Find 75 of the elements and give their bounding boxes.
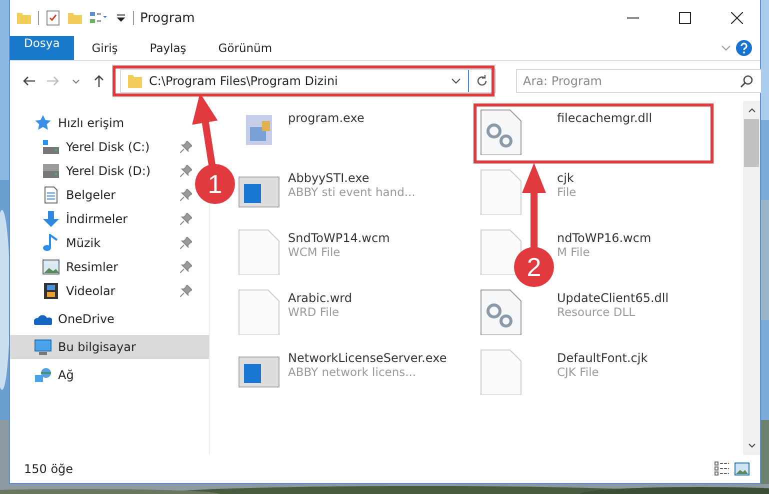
scrollbar[interactable] bbox=[743, 101, 760, 455]
search-field[interactable]: Ara: Program bbox=[516, 69, 762, 93]
sidebar-item[interactable]: Bu bilgisayar bbox=[10, 335, 209, 359]
up-icon[interactable] bbox=[92, 74, 106, 88]
file-name[interactable]: DefaultFont.cjk bbox=[557, 351, 648, 365]
folder-icon bbox=[127, 73, 143, 89]
pin-icon[interactable] bbox=[180, 213, 192, 225]
network-icon bbox=[34, 366, 52, 384]
file-type: CJK File bbox=[557, 365, 599, 379]
sidebar-item[interactable]: Yerel Disk (D:) bbox=[10, 159, 192, 183]
file-name[interactable]: NetworkLicenseServer.exe bbox=[288, 351, 447, 365]
ribbon-tab[interactable]: Görünüm bbox=[204, 36, 286, 60]
file-name[interactable]: program.exe bbox=[288, 111, 364, 125]
file-type: ABBY sti event hand... bbox=[288, 185, 416, 199]
sidebar-item[interactable]: Ağ bbox=[10, 363, 192, 387]
refresh-icon[interactable] bbox=[475, 74, 489, 88]
file-name[interactable]: cjk bbox=[557, 171, 574, 185]
step-badge: 1 bbox=[195, 164, 235, 204]
drive-icon bbox=[42, 138, 60, 156]
file-name[interactable]: ndToWP16.wcm bbox=[557, 231, 652, 245]
file-type: Resource DLL bbox=[557, 305, 636, 319]
ribbon-tab[interactable]: Giriş bbox=[78, 36, 132, 60]
address-path: C:\Program Files\Program Dizini bbox=[149, 74, 339, 88]
pin-icon[interactable] bbox=[180, 237, 192, 249]
address-bar[interactable]: C:\Program Files\Program Dizini bbox=[120, 69, 496, 93]
sidebar-item[interactable]: Müzik bbox=[10, 231, 192, 255]
monitor-icon bbox=[34, 338, 52, 356]
pin-icon[interactable] bbox=[180, 261, 192, 273]
properties-icon[interactable] bbox=[45, 10, 61, 26]
ribbon-tab[interactable]: Paylaş bbox=[136, 36, 200, 60]
music-note-icon bbox=[42, 234, 60, 252]
file-type: WRD File bbox=[288, 305, 340, 319]
file-type: ABBY network licens... bbox=[288, 365, 416, 379]
file-type: M File bbox=[557, 245, 590, 259]
item-count: 150 öğe bbox=[24, 462, 74, 476]
pin-icon[interactable] bbox=[180, 141, 192, 153]
thumbnail-view-icon[interactable] bbox=[734, 461, 750, 477]
gear-file-icon[interactable] bbox=[480, 289, 522, 335]
document-icon bbox=[42, 186, 60, 204]
step-badge: 2 bbox=[514, 247, 554, 287]
sidebar-item[interactable]: OneDrive bbox=[10, 307, 192, 331]
star-icon bbox=[34, 114, 52, 132]
file-name[interactable]: filecachemgr.dll bbox=[557, 111, 652, 125]
maximize-icon[interactable] bbox=[679, 12, 691, 24]
window-title: Program bbox=[140, 10, 195, 26]
ribbon-tab[interactable]: Dosya bbox=[10, 36, 74, 60]
sidebar-item[interactable]: Hızlı erişim bbox=[10, 111, 192, 135]
dropdown-icon[interactable] bbox=[115, 12, 127, 24]
download-arrow-icon bbox=[42, 210, 60, 228]
file-name[interactable]: UpdateClient65.dll bbox=[557, 291, 669, 305]
file-name[interactable]: SndToWP14.wcm bbox=[288, 231, 390, 245]
back-icon[interactable] bbox=[22, 74, 36, 88]
sidebar-item[interactable]: Resimler bbox=[10, 255, 192, 279]
file-type: File bbox=[557, 185, 576, 199]
film-icon bbox=[42, 282, 60, 300]
pin-icon[interactable] bbox=[180, 189, 192, 201]
file-name[interactable]: AbbyySTI.exe bbox=[288, 171, 370, 185]
picture-frame-icon bbox=[42, 258, 60, 276]
blank-file-icon[interactable] bbox=[480, 229, 522, 275]
file-name[interactable]: Arabic.wrd bbox=[288, 291, 352, 305]
sidebar-item[interactable]: Videolar bbox=[10, 279, 192, 303]
help-icon[interactable] bbox=[736, 40, 752, 56]
drive-icon bbox=[42, 162, 60, 180]
details-view-icon[interactable] bbox=[714, 461, 730, 477]
sidebar-item[interactable]: İndirmeler bbox=[10, 207, 192, 231]
view-menu-icon[interactable] bbox=[89, 10, 109, 26]
pin-icon[interactable] bbox=[180, 165, 192, 177]
sidebar-item[interactable]: Belgeler bbox=[10, 183, 192, 207]
file-type: WCM File bbox=[288, 245, 340, 259]
minimize-icon[interactable] bbox=[627, 17, 639, 19]
sidebar-item[interactable]: Yerel Disk (C:) bbox=[10, 135, 192, 159]
close-icon[interactable] bbox=[731, 12, 743, 24]
scroll-thumb[interactable] bbox=[744, 119, 759, 167]
pin-icon[interactable] bbox=[180, 285, 192, 297]
gear-file-icon[interactable] bbox=[480, 109, 522, 155]
